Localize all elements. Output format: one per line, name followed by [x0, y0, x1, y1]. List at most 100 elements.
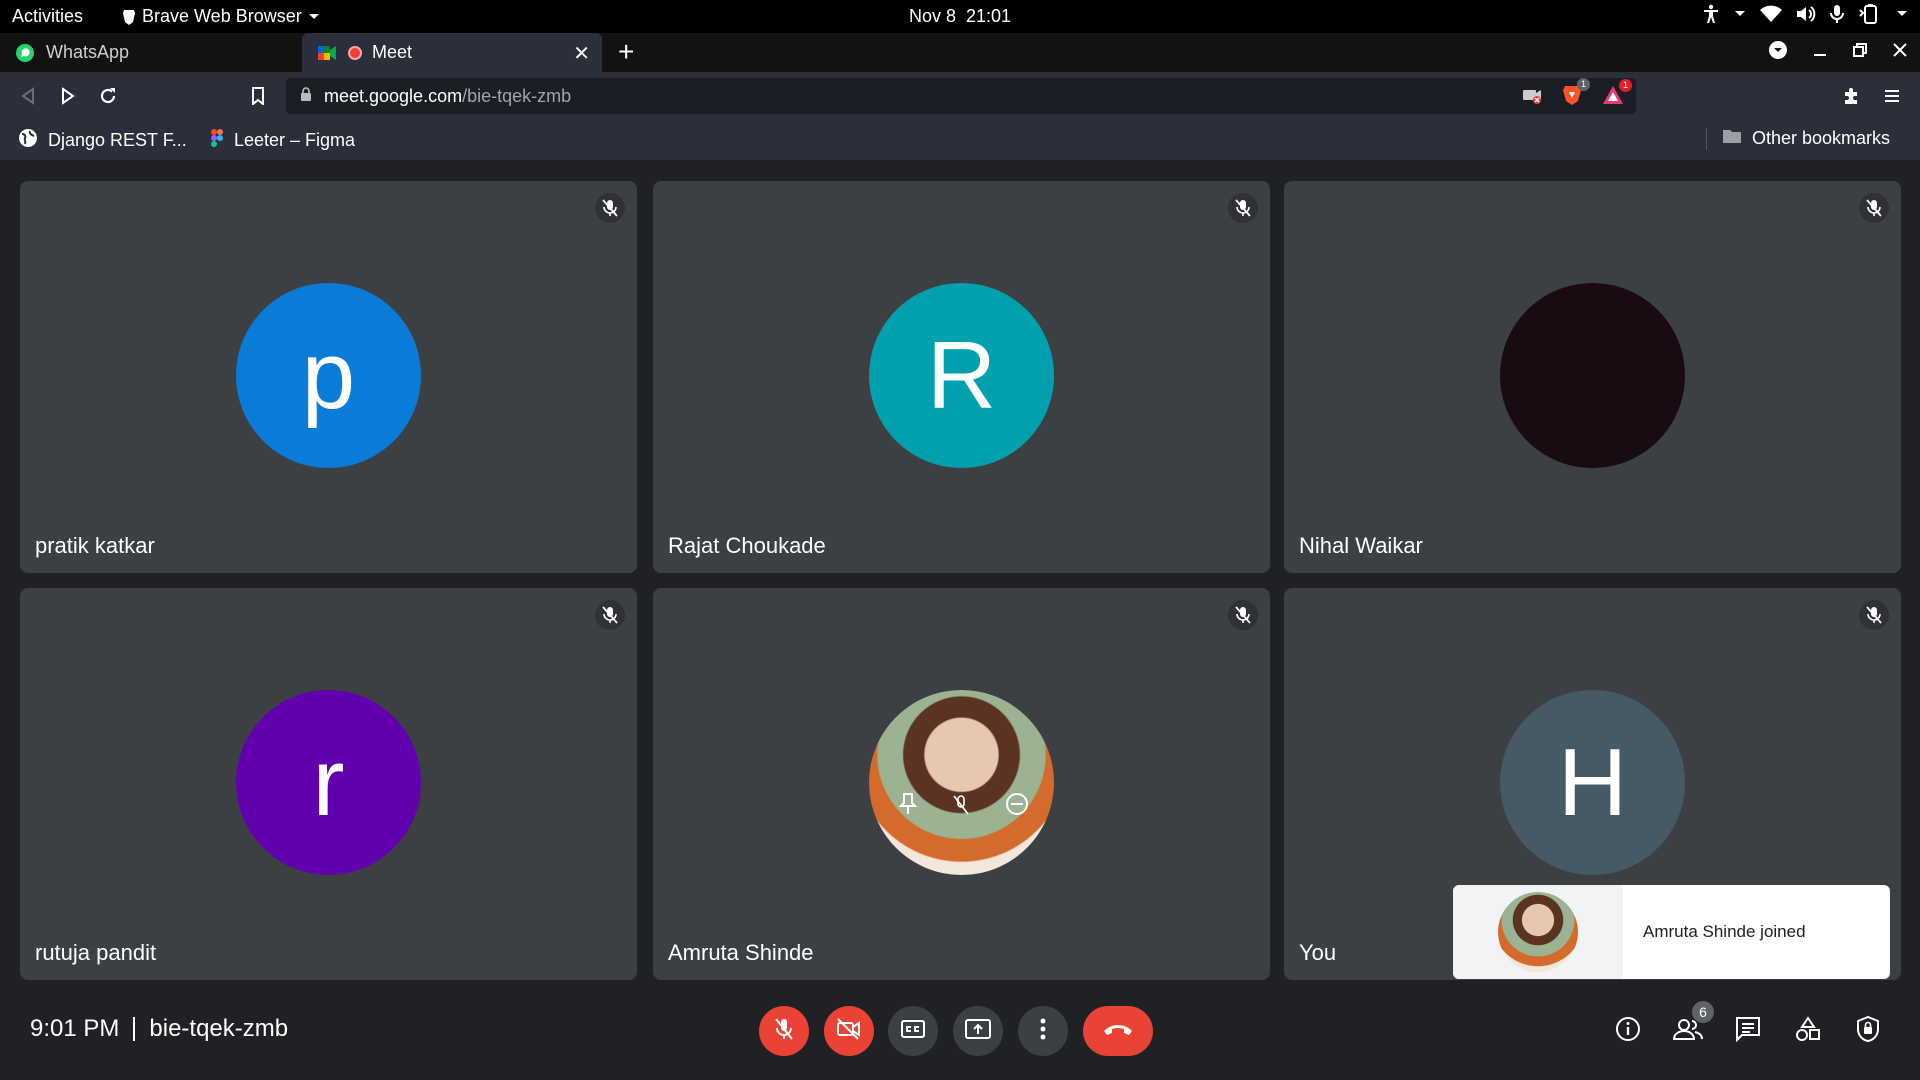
volume-icon[interactable] — [1796, 5, 1816, 23]
close-window-icon[interactable] — [1892, 42, 1908, 63]
mic-off-icon — [1859, 193, 1889, 223]
participant-name: pratik katkar — [35, 533, 155, 558]
back-icon[interactable] — [16, 84, 40, 108]
closed-captions-icon — [901, 1019, 925, 1043]
toast-message: Amruta Shinde joined — [1643, 922, 1806, 941]
clock-time[interactable]: 21:01 — [966, 6, 1011, 26]
call-end-icon — [1102, 1022, 1134, 1041]
participant-tile[interactable]: r rutuja pandit — [20, 588, 637, 980]
tab-meet[interactable]: Meet ✕ — [302, 33, 602, 72]
bookmarks-divider — [1706, 128, 1707, 150]
avatar: R — [869, 283, 1054, 468]
participant-name: Rajat Choukade — [668, 533, 826, 558]
chevron-down-icon[interactable] — [1734, 10, 1746, 18]
brave-lion-icon — [122, 9, 136, 25]
tab-label: Meet — [372, 42, 413, 62]
host-controls-button[interactable] — [1850, 1013, 1886, 1049]
url-actions: 1 1 — [1522, 78, 1632, 111]
forward-icon[interactable] — [56, 84, 80, 108]
system-top-bar: Activities Brave Web Browser Nov 8 21:01 — [0, 0, 1920, 33]
avatar: r — [236, 690, 421, 875]
bookmark-leeter-figma[interactable]: Leeter – Figma — [210, 128, 355, 153]
mute-participant-icon[interactable] — [952, 729, 970, 839]
bookmarks-bar: Django REST F... Leeter – Figma Other bo… — [0, 118, 1920, 160]
activities-button[interactable]: Activities — [12, 6, 83, 27]
folder-icon — [1722, 128, 1742, 149]
bookmark-icon[interactable] — [246, 84, 270, 108]
restore-icon[interactable] — [1852, 42, 1868, 63]
remove-participant-icon[interactable] — [1005, 729, 1029, 839]
divider — [133, 1017, 136, 1041]
chat-button[interactable] — [1730, 1013, 1766, 1049]
bookmark-django-rest[interactable]: Django REST F... — [18, 128, 187, 153]
meet-call-view: p pratik katkar R Rajat Choukade Nihal W… — [0, 160, 1920, 1080]
window-controls — [1768, 40, 1908, 65]
rewards-count-badge: 1 — [1619, 79, 1632, 92]
avatar: H — [1500, 690, 1685, 875]
more-options-button[interactable] — [1018, 1006, 1068, 1056]
reload-icon[interactable] — [96, 84, 120, 108]
microphone-icon[interactable] — [1830, 4, 1844, 24]
brave-rewards-button[interactable]: 1 — [1602, 79, 1632, 110]
mic-off-icon — [1228, 193, 1258, 223]
participant-name: Amruta Shinde — [668, 940, 814, 965]
people-button[interactable]: 6 — [1670, 1001, 1714, 1049]
brave-shields-button[interactable]: 1 — [1562, 78, 1590, 111]
address-bar[interactable]: meet.google.com/bie-tqek-zmb 1 1 — [286, 78, 1636, 114]
camera-blocked-icon[interactable] — [1522, 86, 1542, 109]
captions-button[interactable] — [888, 1006, 938, 1056]
avatar: p — [236, 283, 421, 468]
mic-off-icon — [1228, 600, 1258, 630]
join-notification[interactable]: Amruta Shinde joined — [1453, 885, 1890, 979]
pin-icon[interactable] — [898, 729, 918, 839]
other-bookmarks-label: Other bookmarks — [1752, 128, 1891, 148]
participant-tile[interactable]: p pratik katkar — [20, 181, 637, 573]
present-icon — [965, 1018, 991, 1044]
shapes-icon — [1795, 1015, 1821, 1047]
bookmark-label: Django REST F... — [48, 130, 187, 150]
bookmark-label: Leeter – Figma — [234, 130, 356, 150]
mic-off-icon — [773, 1017, 795, 1046]
url-text[interactable]: meet.google.com/bie-tqek-zmb — [324, 86, 571, 107]
present-screen-button[interactable] — [953, 1006, 1003, 1056]
meeting-code: bie-tqek-zmb — [149, 1015, 289, 1042]
participant-tile[interactable]: Nihal Waikar — [1284, 181, 1901, 573]
system-tray[interactable] — [1702, 4, 1908, 24]
participant-tile[interactable]: Amruta Shinde — [653, 588, 1270, 980]
shields-count-badge: 1 — [1577, 78, 1590, 91]
meeting-details: 9:01 PM bie-tqek-zmb — [30, 1015, 288, 1043]
mic-off-icon — [1859, 600, 1889, 630]
accessibility-icon[interactable] — [1702, 4, 1720, 24]
participant-name: Nihal Waikar — [1299, 533, 1423, 558]
tab-strip: WhatsApp Meet ✕ + — [0, 33, 1920, 72]
wifi-icon[interactable] — [1760, 5, 1782, 23]
tab-search-icon[interactable] — [1768, 40, 1788, 65]
recording-indicator-icon — [348, 45, 362, 60]
meeting-info-button[interactable] — [1610, 1013, 1646, 1049]
close-tab-icon[interactable]: ✕ — [573, 41, 590, 66]
other-bookmarks[interactable]: Other bookmarks — [1722, 128, 1890, 149]
toggle-mic-button[interactable] — [759, 1006, 809, 1056]
tab-label: WhatsApp — [46, 42, 130, 62]
clock-date[interactable]: Nov 8 — [909, 6, 956, 26]
figma-icon — [210, 128, 224, 153]
lock-icon[interactable] — [300, 86, 312, 106]
participant-name: rutuja pandit — [35, 940, 157, 965]
avatar-photo — [1500, 283, 1685, 468]
minimize-icon[interactable] — [1812, 42, 1828, 63]
battery-icon[interactable] — [1858, 4, 1882, 24]
participant-count-badge: 6 — [1692, 1001, 1714, 1023]
meeting-time: 9:01 PM — [30, 1015, 120, 1042]
chevron-down-icon[interactable] — [1896, 10, 1908, 18]
meet-icon — [316, 42, 338, 64]
new-tab-button[interactable]: + — [618, 36, 634, 68]
mic-off-icon — [595, 193, 625, 223]
toggle-camera-button[interactable] — [824, 1006, 874, 1056]
tab-whatsapp[interactable]: WhatsApp — [0, 33, 302, 72]
app-menu[interactable]: Brave Web Browser — [122, 6, 320, 27]
extensions-icon[interactable] — [1840, 84, 1864, 108]
participant-tile[interactable]: R Rajat Choukade — [653, 181, 1270, 573]
activities-button[interactable] — [1790, 1013, 1826, 1049]
leave-call-button[interactable] — [1083, 1006, 1153, 1056]
menu-icon[interactable] — [1880, 84, 1904, 108]
